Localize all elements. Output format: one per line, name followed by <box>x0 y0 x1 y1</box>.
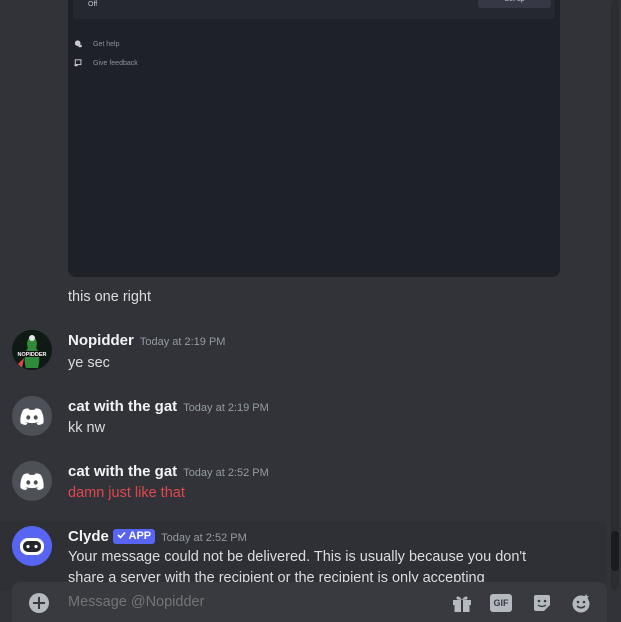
app-badge: APP <box>112 529 156 544</box>
app-badge-label: APP <box>128 530 152 542</box>
sticker-icon[interactable] <box>531 592 553 614</box>
message-input[interactable] <box>68 594 428 610</box>
scrollbar-thumb[interactable] <box>611 531 619 571</box>
clyde-bot-icon <box>12 526 52 566</box>
give-feedback-link: Give feedback <box>74 59 138 67</box>
avatar[interactable] <box>12 396 52 436</box>
setup-button: Set up <box>478 0 551 8</box>
gift-icon[interactable] <box>451 592 473 614</box>
feedback-icon <box>74 59 82 67</box>
get-help-link: Get help <box>74 40 119 48</box>
emoji-icon[interactable] <box>570 592 592 614</box>
timestamp: Today at 2:19 PM <box>183 402 269 414</box>
username-label[interactable]: Clyde <box>68 528 109 545</box>
avatar[interactable] <box>12 461 52 501</box>
username-label[interactable]: cat with the gat <box>68 398 177 415</box>
username[interactable]: Clyde APP Today at 2:52 PM <box>68 528 247 545</box>
avatar[interactable]: NOPIDDER <box>12 330 52 370</box>
message-text: this one right <box>68 289 152 305</box>
help-icon <box>74 40 82 48</box>
timestamp: Today at 2:19 PM <box>139 336 226 348</box>
message-text: kk nw <box>68 420 106 436</box>
message-composer: GIF <box>12 582 607 622</box>
checkmark-icon <box>117 531 126 539</box>
username[interactable]: Nopidder Today at 2:19 PM <box>68 332 225 349</box>
svg-text:NOPIDDER: NOPIDDER <box>17 352 46 358</box>
timestamp: Today at 2:52 PM <box>161 532 247 544</box>
username-label[interactable]: cat with the gat <box>68 463 177 480</box>
settings-row: Off Set up <box>73 0 555 19</box>
scrollbar-track[interactable] <box>611 0 619 590</box>
message-text: ye sec <box>68 355 110 371</box>
give-feedback-label: Give feedback <box>93 59 138 67</box>
nopidder-avatar-image: NOPIDDER <box>12 330 52 370</box>
discord-logo-icon <box>20 473 44 490</box>
username[interactable]: cat with the gat Today at 2:52 PM <box>68 463 269 480</box>
message-text-line-1: Your message could not be delivered. Thi… <box>68 549 527 565</box>
clyde-avatar[interactable] <box>12 526 52 566</box>
image-attachment[interactable]: Off Set up Get help Give feedback <box>68 0 560 277</box>
username-label[interactable]: Nopidder <box>68 332 134 349</box>
message-text: damn just like that <box>68 485 185 501</box>
get-help-label: Get help <box>93 40 120 48</box>
gif-label: GIF <box>493 598 509 608</box>
off-label: Off <box>88 1 98 8</box>
add-attachment-button[interactable] <box>29 593 49 613</box>
username[interactable]: cat with the gat Today at 2:19 PM <box>68 398 269 415</box>
gif-button[interactable]: GIF <box>490 594 512 612</box>
discord-logo-icon <box>20 408 44 425</box>
timestamp: Today at 2:52 PM <box>183 467 269 479</box>
